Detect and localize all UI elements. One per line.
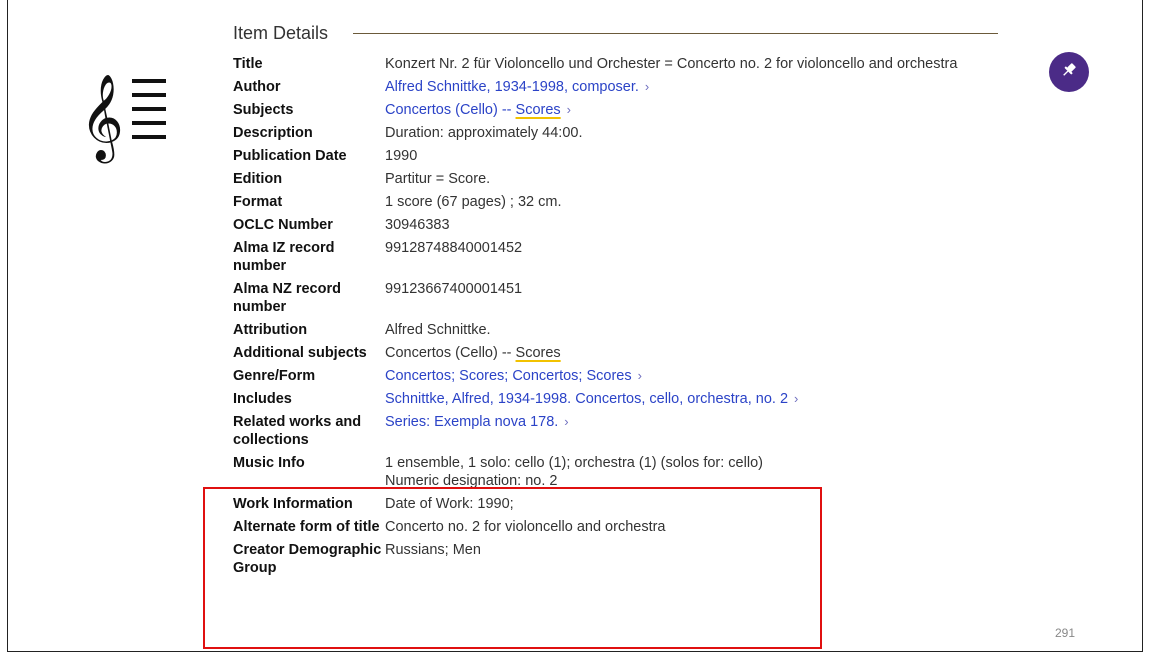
detail-label: Subjects (233, 102, 294, 118)
chevron-right-icon[interactable]: › (567, 102, 571, 117)
detail-label: Title (233, 56, 263, 72)
detail-row-title: Title Konzert Nr. 2 für Violoncello und… (233, 55, 993, 73)
includes-link[interactable]: Schnittke, Alfred, 1934-1998. Concertos,… (385, 391, 788, 407)
related-works-link[interactable]: Series: Exempla nova 178. (385, 414, 558, 430)
detail-row-related-works: Related works and collections Series: Ex… (233, 413, 993, 449)
svg-text:𝄞: 𝄞 (80, 74, 124, 164)
detail-value-attribution: Alfred Schnittke. (385, 322, 491, 338)
detail-value-title: Konzert Nr. 2 für Violoncello und Orche… (385, 56, 958, 72)
subjects-link-text: Concertos (Cello) -- (385, 102, 516, 118)
page-number: 291 (1055, 626, 1076, 640)
detail-label: Alma IZ record number (233, 240, 335, 274)
detail-label: Attribution (233, 322, 308, 338)
music-info-line: 1 ensemble, 1 solo: cello (1); orchestra… (385, 455, 763, 471)
detail-label: Edition (233, 171, 283, 187)
chevron-right-icon[interactable]: › (564, 414, 568, 429)
chevron-right-icon[interactable]: › (645, 79, 649, 94)
genre-form-link[interactable]: Concertos; Scores; Concertos; Scores (385, 368, 632, 384)
music-score-icon: 𝄞 (80, 64, 170, 164)
chevron-right-icon[interactable]: › (638, 368, 642, 383)
detail-row-edition: Edition Partitur = Score. (233, 170, 993, 188)
detail-row-additional-subjects: Additional subjects Concertos (Cello) --… (233, 344, 993, 362)
detail-label: Related works and collections (233, 414, 362, 448)
chevron-right-icon[interactable]: › (794, 391, 798, 406)
detail-row-music-info: Music Info 1 ensemble, 1 solo: cello (1)… (233, 454, 993, 490)
detail-label: Author (233, 79, 281, 95)
detail-label: Includes (233, 391, 292, 407)
detail-value-alma-nz: 99123667400001451 (385, 281, 523, 297)
detail-row-includes: Includes Schnittke, Alfred, 1934-1998. C… (233, 390, 993, 408)
detail-value-alma-iz: 99128748840001452 (385, 240, 523, 256)
highlighted-term: Scores (515, 102, 561, 118)
detail-row-genre-form: Genre/Form Concertos; Scores; Concertos;… (233, 367, 993, 385)
detail-row-alma-iz: Alma IZ record number 99128748840001452 (233, 239, 993, 275)
detail-value-edition: Partitur = Score. (385, 171, 491, 187)
detail-label: Additional subjects (233, 345, 367, 361)
detail-value-publication-date: 1990 (385, 148, 418, 164)
detail-label: Publication Date (233, 148, 347, 164)
detail-value-description: Duration: approximately 44:00. (385, 125, 583, 141)
detail-row-attribution: Attribution Alfred Schnittke. (233, 321, 993, 339)
section-title: Item Details (233, 20, 339, 46)
detail-row-publication-date: Publication Date 1990 (233, 147, 993, 165)
detail-label: Description (233, 125, 313, 141)
highlighted-term: Scores (515, 345, 561, 361)
detail-value-format: 1 score (67 pages) ; 32 cm. (385, 194, 562, 210)
detail-row-oclc: OCLC Number 30946383 (233, 216, 993, 234)
subjects-link[interactable]: Concertos (Cello) -- Scores (385, 102, 561, 118)
detail-row-format: Format 1 score (67 pages) ; 32 cm. (233, 193, 993, 211)
detail-value-music-info: 1 ensemble, 1 solo: cello (1); orchestra… (385, 454, 993, 490)
detail-label: Genre/Form (233, 368, 316, 384)
highlight-box (203, 487, 822, 649)
detail-row-description: Description Duration: approximately 44:0… (233, 124, 993, 142)
pin-button[interactable] (1049, 52, 1089, 92)
detail-row-subjects: Subjects Concertos (Cello) -- Scores › (233, 101, 993, 119)
detail-label: OCLC Number (233, 217, 333, 233)
detail-value-oclc: 30946383 (385, 217, 450, 233)
section-header: Item Details (233, 20, 998, 46)
detail-label: Alma NZ record number (233, 281, 341, 315)
detail-row-alma-nz: Alma NZ record number 99123667400001451 (233, 280, 993, 316)
pin-icon (1060, 61, 1078, 84)
detail-row-author: Author Alfred Schnittke, 1934-1998, comp… (233, 78, 993, 96)
detail-label: Music Info (233, 455, 305, 471)
author-link[interactable]: Alfred Schnittke, 1934-1998, composer. (385, 79, 639, 95)
detail-label: Format (233, 194, 283, 210)
section-divider (353, 33, 998, 34)
additional-subjects-text: Concertos (Cello) -- (385, 345, 516, 361)
